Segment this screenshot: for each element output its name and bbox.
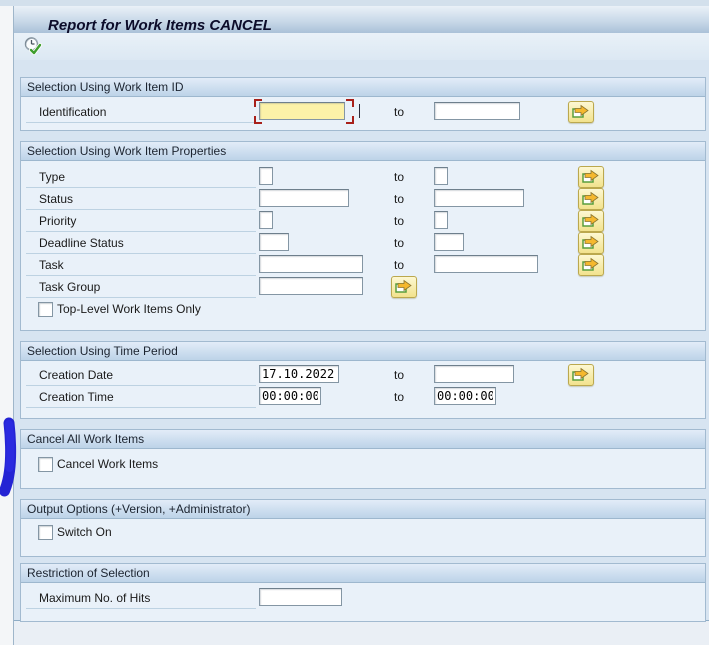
creation-date-label: Creation Date <box>39 368 114 382</box>
cancel-work-items-label: Cancel Work Items <box>57 457 159 471</box>
max-hits-row: Maximum No. of Hits <box>21 587 705 609</box>
deadline-status-to-input[interactable] <box>434 233 464 251</box>
creation-time-label: Creation Time <box>39 390 114 404</box>
section-header: Output Options (+Version, +Administrator… <box>21 500 705 519</box>
to-label: to <box>394 105 405 119</box>
creation-date-row: Creation Date to <box>21 364 705 386</box>
max-hits-input[interactable] <box>259 588 342 606</box>
type-row: Type to <box>21 166 705 188</box>
type-from-input[interactable] <box>259 167 273 185</box>
section-work-item-id: Selection Using Work Item ID Identificat… <box>20 77 706 131</box>
deadline-status-from-input[interactable] <box>259 233 289 251</box>
label-underline <box>26 122 256 123</box>
type-to-input[interactable] <box>434 167 448 185</box>
switch-on-checkbox[interactable] <box>38 525 53 540</box>
multi-select-arrow-icon <box>582 191 600 209</box>
multi-select-arrow-icon <box>572 104 590 122</box>
multi-select-arrow-icon <box>582 257 600 275</box>
identification-multi-select-button[interactable] <box>568 101 594 123</box>
top-level-checkbox-label: Top-Level Work Items Only <box>57 302 201 316</box>
switch-on-label: Switch On <box>57 525 112 539</box>
section-header: Selection Using Time Period <box>21 342 705 361</box>
deadline-status-label: Deadline Status <box>39 236 124 250</box>
task-label: Task <box>39 258 64 272</box>
top-level-checkbox[interactable] <box>38 302 53 317</box>
status-multi-select-button[interactable] <box>578 188 604 210</box>
section-restriction: Restriction of Selection Maximum No. of … <box>20 563 706 622</box>
title-bar: Report for Work Items CANCEL <box>14 6 709 34</box>
text-cursor <box>359 104 360 118</box>
priority-multi-select-button[interactable] <box>578 210 604 232</box>
section-output-options: Output Options (+Version, +Administrator… <box>20 499 706 557</box>
creation-time-from-input[interactable] <box>259 387 321 405</box>
creation-date-from-input[interactable] <box>259 365 339 383</box>
task-group-multi-select-button[interactable] <box>391 276 417 298</box>
cancel-work-items-checkbox[interactable] <box>38 457 53 472</box>
status-label: Status <box>39 192 74 206</box>
creation-time-row: Creation Time to <box>21 386 705 408</box>
type-multi-select-button[interactable] <box>578 166 604 188</box>
priority-from-input[interactable] <box>259 211 273 229</box>
section-work-item-properties: Selection Using Work Item Properties Typ… <box>20 141 706 331</box>
status-from-input[interactable] <box>259 189 349 207</box>
footer-area <box>14 621 709 645</box>
to-label: to <box>394 258 405 272</box>
multi-select-arrow-icon <box>582 235 600 253</box>
application-toolbar <box>14 33 709 61</box>
task-to-input[interactable] <box>434 255 538 273</box>
creation-date-multi-select-button[interactable] <box>568 364 594 386</box>
section-header: Restriction of Selection <box>21 564 705 583</box>
to-label: to <box>394 236 405 250</box>
task-from-input[interactable] <box>259 255 363 273</box>
left-gutter <box>0 6 14 645</box>
priority-label: Priority <box>39 214 77 228</box>
priority-row: Priority to <box>21 210 705 232</box>
page-title: Report for Work Items CANCEL <box>48 17 272 34</box>
task-group-input[interactable] <box>259 277 363 295</box>
section-cancel-all: Cancel All Work Items Cancel Work Items <box>20 429 706 489</box>
identification-to-input[interactable] <box>434 102 520 120</box>
to-label: to <box>394 214 405 228</box>
multi-select-arrow-icon <box>572 367 590 385</box>
section-time-period: Selection Using Time Period Creation Dat… <box>20 341 706 419</box>
execute-button[interactable] <box>23 36 45 57</box>
multi-select-arrow-icon <box>395 279 413 297</box>
task-group-row: Task Group <box>21 276 705 298</box>
identification-row: Identification to <box>21 99 705 124</box>
task-row: Task to <box>21 254 705 276</box>
status-to-input[interactable] <box>434 189 524 207</box>
multi-select-arrow-icon <box>582 169 600 187</box>
execute-clock-check-icon <box>23 37 45 60</box>
section-header: Selection Using Work Item ID <box>21 78 705 97</box>
task-group-label: Task Group <box>39 280 101 294</box>
identification-from-input[interactable] <box>259 102 345 120</box>
status-row: Status to <box>21 188 705 210</box>
to-label: to <box>394 390 405 404</box>
creation-time-to-input[interactable] <box>434 387 496 405</box>
type-label: Type <box>39 170 66 184</box>
multi-select-arrow-icon <box>582 213 600 231</box>
max-hits-label: Maximum No. of Hits <box>39 591 151 605</box>
deadline-status-multi-select-button[interactable] <box>578 232 604 254</box>
identification-label: Identification <box>39 105 107 119</box>
to-label: to <box>394 170 405 184</box>
sap-selection-screen: Report for Work Items CANCEL Selection U… <box>0 0 709 645</box>
section-header: Cancel All Work Items <box>21 430 705 449</box>
creation-date-to-input[interactable] <box>434 365 514 383</box>
task-multi-select-button[interactable] <box>578 254 604 276</box>
to-label: to <box>394 192 405 206</box>
priority-to-input[interactable] <box>434 211 448 229</box>
to-label: to <box>394 368 405 382</box>
section-header: Selection Using Work Item Properties <box>21 142 705 161</box>
deadline-status-row: Deadline Status to <box>21 232 705 254</box>
